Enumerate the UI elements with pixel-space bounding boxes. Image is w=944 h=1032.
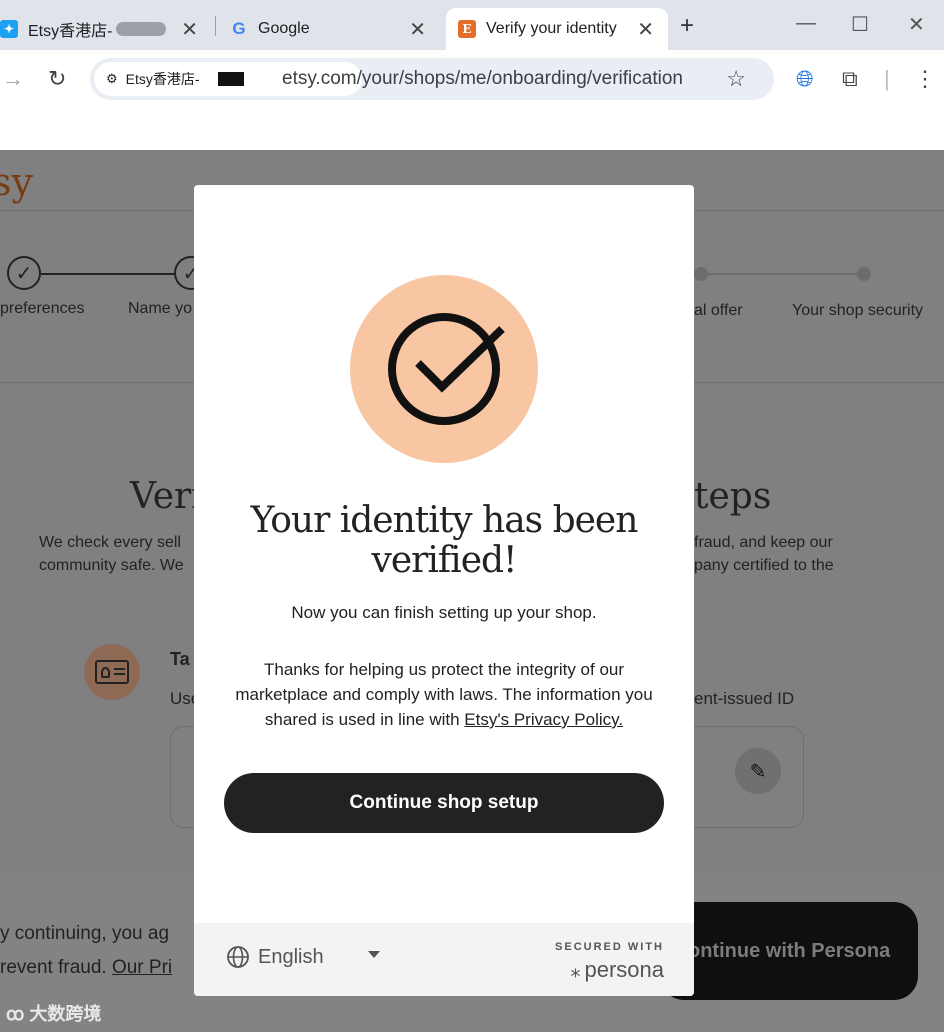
task-text: ent-issued ID xyxy=(694,689,795,708)
tab-google[interactable]: G Google ✕ xyxy=(230,8,440,50)
modal-subtitle: Now you can finish setting up your shop. xyxy=(291,603,597,622)
task-title: Ta xyxy=(170,649,190,669)
maximize-icon[interactable]: ☐ xyxy=(851,12,869,37)
persona-asterisk-icon: ⁎ xyxy=(570,959,581,982)
bookmark-star-icon[interactable]: ☆ xyxy=(726,66,746,92)
progress-line xyxy=(41,273,174,275)
url-text[interactable]: etsy.com/your/shops/me/onboarding/verifi… xyxy=(282,68,683,90)
secured-with-label: SECURED WITH xyxy=(555,941,664,953)
address-bar[interactable]: ⚙ Etsy香港店- etsy.com/your/shops/me/onboar… xyxy=(90,58,774,100)
watermark-logo-icon: ꝏ xyxy=(6,1004,30,1024)
page-heading-right: teps xyxy=(694,476,772,517)
consent-text: revent fraud. Our Pri xyxy=(0,956,172,979)
consent-text-prefix: revent fraud. xyxy=(0,957,112,978)
extensions-icon[interactable]: ⧉ xyxy=(842,66,858,92)
watermark: ꝏ 大数跨境 xyxy=(6,1000,101,1026)
close-tab-icon[interactable]: ✕ xyxy=(181,17,198,42)
page-top-strip xyxy=(0,110,944,150)
tab-separator xyxy=(215,16,216,36)
etsy-icon: E xyxy=(458,20,476,38)
id-card-icon xyxy=(84,644,140,700)
toolbar-divider: | xyxy=(884,66,890,91)
caret-down-icon[interactable] xyxy=(368,951,380,958)
tab-title: Verify your identity xyxy=(486,20,617,37)
intro-text: community safe. We xyxy=(39,557,184,574)
progress-line xyxy=(700,273,860,275)
reload-icon[interactable]: ↻ xyxy=(48,66,66,92)
step-label: Name yo xyxy=(128,300,193,317)
tab-etsy-shop[interactable]: ✦ Etsy香港店- ✕ xyxy=(0,8,212,50)
continue-with-persona-button[interactable]: ontinue with Persona xyxy=(660,902,918,1000)
intro-text: We check every sell xyxy=(39,534,181,551)
privacy-link[interactable]: Our Pri xyxy=(112,957,172,978)
edit-pencil-icon[interactable]: ✎ xyxy=(735,748,781,794)
forward-icon[interactable]: → xyxy=(2,66,24,92)
window-close-icon[interactable]: ✕ xyxy=(908,12,925,37)
step-label: Your shop security xyxy=(792,302,924,319)
step-label: al offer xyxy=(694,302,743,319)
language-selector[interactable]: English xyxy=(226,945,324,969)
language-label: English xyxy=(258,945,324,968)
site-settings-icon: ⚙ xyxy=(106,71,118,86)
translate-globe-icon[interactable]: 🌐︎ xyxy=(796,66,814,92)
page-heading-left: Veri xyxy=(130,476,203,517)
checkmark-circle-icon xyxy=(388,313,505,425)
minimize-icon[interactable]: — xyxy=(796,12,816,35)
tab-title: Google xyxy=(258,20,310,37)
tab-strip: ✦ Etsy香港店- ✕ G Google ✕ E Verify your id… xyxy=(0,0,944,50)
success-badge xyxy=(350,275,538,463)
intro-text: pany certified to the xyxy=(694,557,834,574)
step-pending-dot xyxy=(694,267,708,281)
step-pending-dot xyxy=(857,267,871,281)
menu-kebab-icon[interactable]: ⋮ xyxy=(914,66,936,92)
step-complete-check-icon: ✓ xyxy=(7,256,41,290)
persona-wordmark: persona xyxy=(584,957,664,982)
close-tab-icon[interactable]: ✕ xyxy=(409,17,426,42)
globe-icon xyxy=(227,946,249,968)
privacy-policy-link[interactable]: Etsy's Privacy Policy. xyxy=(464,710,623,729)
modal-body: Thanks for helping us protect the integr… xyxy=(224,657,664,732)
modal-footer: English SECURED WITH ⁎ persona xyxy=(194,923,694,996)
persona-logo: ⁎ persona xyxy=(570,957,664,983)
tab-title: Etsy香港店- xyxy=(28,23,113,40)
browser-toolbar: → ↻ ⚙ Etsy香港店- etsy.com/your/shops/me/on… xyxy=(0,50,944,110)
new-tab-icon[interactable]: + xyxy=(680,12,694,40)
redaction-blur xyxy=(116,22,167,36)
watermark-text: 大数跨境 xyxy=(29,1004,102,1024)
verification-success-modal: Your identity has been verified! Now you… xyxy=(194,185,694,996)
google-icon: G xyxy=(232,19,246,38)
app-icon: ✦ xyxy=(0,20,18,38)
etsy-logo: sy xyxy=(0,160,33,204)
site-chip-label: Etsy香港店- xyxy=(125,71,200,87)
modal-title: Your identity has been verified! xyxy=(250,500,639,581)
intro-text: fraud, and keep our xyxy=(694,534,833,551)
close-tab-icon[interactable]: ✕ xyxy=(637,17,654,42)
consent-text: y continuing, you ag xyxy=(0,923,170,944)
redaction-block xyxy=(217,72,244,86)
step-label: preferences xyxy=(0,300,85,317)
tab-verify-identity[interactable]: E Verify your identity ✕ xyxy=(446,8,668,50)
continue-shop-setup-button[interactable]: Continue shop setup xyxy=(224,773,664,833)
